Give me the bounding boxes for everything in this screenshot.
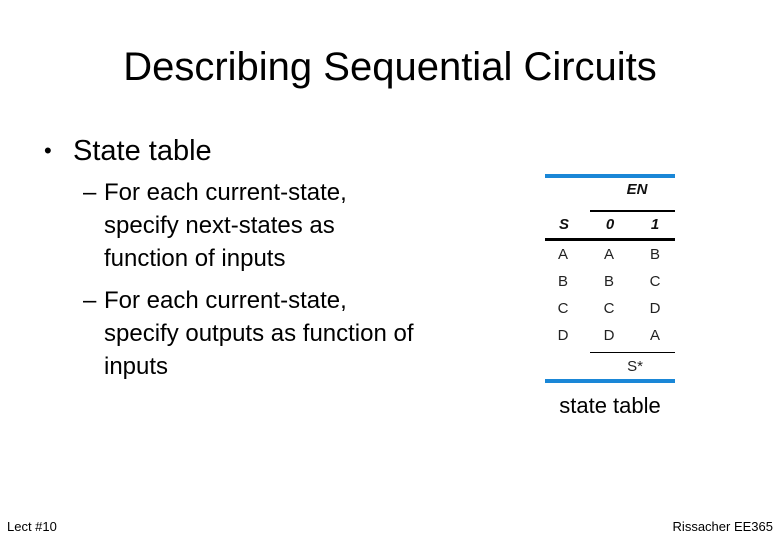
- sub-bullet-line: inputs: [104, 353, 169, 380]
- state-header: S: [558, 216, 569, 233]
- footer-course: Rissacher EE365: [672, 519, 773, 534]
- footer-lecture-number: Lect #10: [7, 519, 57, 534]
- sub-bullet-line: function of inputs: [104, 245, 286, 272]
- next-state-1: B: [649, 246, 660, 263]
- next-state-0: D: [603, 327, 615, 344]
- bullet-marker: •: [44, 138, 52, 163]
- slide-title: Describing Sequential Circuits: [123, 45, 657, 89]
- header-rule: [545, 238, 675, 241]
- table-caption: state table: [559, 393, 661, 418]
- current-state: A: [557, 246, 568, 263]
- sub-bullet-line: For each current-state,: [104, 179, 347, 206]
- next-state-0: A: [603, 246, 614, 263]
- input-label-en: EN: [626, 181, 648, 198]
- next-state-label: S*: [627, 358, 643, 375]
- next-state-1: C: [649, 273, 661, 290]
- current-state: D: [557, 327, 569, 344]
- input-value-1: 1: [650, 216, 660, 233]
- sub-bullet-marker: –: [83, 179, 97, 206]
- input-value-0: 0: [605, 216, 615, 233]
- next-state-0: B: [603, 273, 614, 290]
- next-state-rule: [590, 352, 675, 353]
- input-header-rule: [590, 210, 675, 212]
- next-state-0: C: [603, 300, 615, 317]
- current-state: C: [557, 300, 569, 317]
- bullet-text: State table: [73, 135, 212, 167]
- current-state: B: [557, 273, 568, 290]
- next-state-1: D: [649, 300, 661, 317]
- sub-bullet-line: specify next-states as: [104, 212, 335, 239]
- sub-bullet-line: specify outputs as function of: [104, 320, 414, 347]
- next-state-1: A: [649, 327, 660, 344]
- sub-bullet-marker: –: [83, 287, 97, 314]
- sub-bullet-line: For each current-state,: [104, 287, 347, 314]
- table-bottom-rule: [545, 379, 675, 383]
- table-top-rule: [545, 174, 675, 178]
- state-table: EN S 0 1 A A B B B C C C D D D A S*: [545, 174, 675, 384]
